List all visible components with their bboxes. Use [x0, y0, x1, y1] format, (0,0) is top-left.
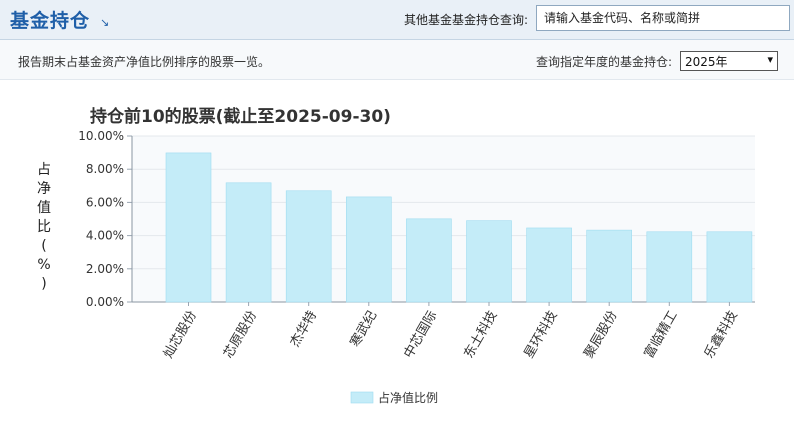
holdings-description: 报告期末占基金资产净值比例排序的股票一览。: [18, 55, 271, 69]
sub-toolbar: 报告期末占基金资产净值比例排序的股票一览。 查询指定年度的基金持仓: 2025年…: [0, 40, 794, 80]
bar-6: [466, 220, 512, 303]
x-tick-label: 富临精工: [641, 308, 681, 361]
page-title: 基金持仓: [10, 10, 91, 32]
y-tick-label: 4.00%: [86, 229, 124, 243]
x-tick-label: 灿芯股份: [161, 309, 200, 362]
bar-3: [285, 190, 332, 303]
x-tick-label: 中芯国际: [401, 309, 440, 362]
header-bar: 基金持仓 ↘ 其他基金基金持仓查询:: [0, 0, 794, 40]
fund-search-input[interactable]: [536, 5, 790, 31]
y-tick-label: 2.00%: [86, 262, 124, 276]
x-tick-label: 杰华特: [288, 309, 320, 350]
y-tick-label: 0.00%: [86, 295, 124, 309]
bar-7: [526, 227, 572, 303]
year-select[interactable]: 2025年 ▾: [680, 51, 778, 71]
bar-10: [706, 231, 753, 303]
bar-5: [406, 218, 452, 303]
bar-4: [345, 196, 392, 303]
x-tick-label: 芯原股份: [221, 309, 260, 362]
search-label: 其他基金基金持仓查询:: [403, 13, 528, 27]
year-select-label: 查询指定年度的基金持仓:: [536, 55, 673, 69]
x-tick-label: 乐鑫科技: [701, 308, 741, 361]
chevron-down-icon: ▾: [767, 53, 773, 66]
bar-2: [225, 182, 272, 303]
y-tick-label: 6.00%: [86, 195, 124, 209]
x-tick-label: 星环科技: [522, 309, 561, 362]
legend-swatch: [350, 391, 374, 404]
bar-8: [586, 229, 633, 303]
chart-title: 持仓前10的股票(截止至2025-09-30): [90, 106, 391, 127]
x-tick-label: 寒武纪: [347, 308, 380, 350]
y-axis-label: 占净值比(%): [37, 162, 51, 292]
y-tick-label: 8.00%: [86, 162, 124, 176]
x-tick-label: 东土科技: [461, 309, 500, 362]
holdings-bar-chart: 0.00% 2.00% 4.00% 6.00% 8.00% 10.00% 持仓前10的股票(…: [37, 106, 755, 405]
legend-label: 占净值比例: [378, 390, 438, 405]
expand-arrow-icon[interactable]: ↘: [100, 16, 109, 29]
y-tick-label: 10.00%: [78, 129, 124, 143]
x-tick-label: 聚辰股份: [582, 309, 621, 362]
year-select-value: 2025年: [685, 55, 728, 69]
bar-1: [165, 152, 212, 303]
bar-9: [646, 231, 693, 303]
